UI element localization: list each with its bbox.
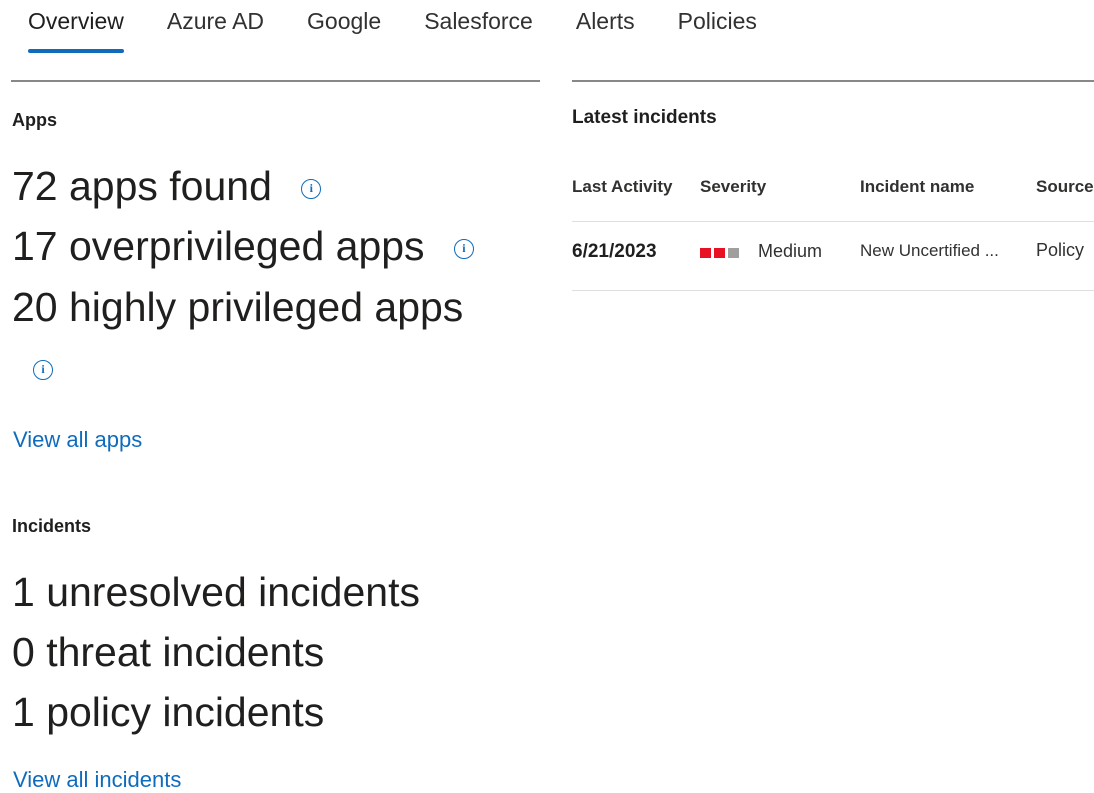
severity-bar [700,248,711,258]
highly-privileged-apps-text: 20 highly privileged apps [12,284,464,330]
column-header-severity[interactable]: Severity [700,177,766,197]
apps-found-stat: 72 apps found i [12,162,322,210]
overprivileged-apps-stat: 17 overprivileged apps i [12,222,474,270]
info-icon[interactable]: i [301,179,322,200]
severity-bar [714,248,725,258]
info-icon[interactable]: i [453,239,474,260]
column-header-last-activity[interactable]: Last Activity [572,177,672,197]
table-header-separator [572,221,1094,222]
latest-incidents-title: Latest incidents [572,107,717,128]
highly-privileged-apps-stat: 20 highly privileged apps [12,283,463,331]
latest-incidents-divider [572,80,1094,82]
tab-policies[interactable]: Policies [678,0,757,33]
view-all-incidents-link[interactable]: View all incidents [13,767,181,793]
threat-incidents-stat: 0 threat incidents [12,629,325,675]
apps-section-title: Apps [12,110,57,130]
tab-azure-ad[interactable]: Azure AD [167,0,264,33]
overprivileged-apps-text: 17 overprivileged apps [12,223,425,269]
apps-divider [11,80,540,82]
incident-last-activity: 6/21/2023 [572,241,657,262]
tab-google[interactable]: Google [307,0,381,33]
tab-salesforce[interactable]: Salesforce [424,0,533,33]
policy-incidents-stat: 1 policy incidents [12,689,325,735]
severity-bar [728,248,739,258]
column-header-source[interactable]: Source [1036,177,1094,197]
view-all-apps-link[interactable]: View all apps [13,427,142,453]
incident-severity: Medium [758,241,823,261]
tab-alerts[interactable]: Alerts [576,0,635,33]
unresolved-incidents-stat: 1 unresolved incidents [12,569,420,615]
tab-overview[interactable]: Overview [28,0,124,53]
info-icon[interactable]: i [33,360,53,380]
incidents-section-title: Incidents [12,516,92,536]
column-header-incident-name[interactable]: Incident name [860,177,974,197]
apps-found-text: 72 apps found [12,163,272,209]
severity-indicator [700,248,739,258]
tab-bar: Overview Azure AD Google Salesforce Aler… [28,0,800,60]
table-row-separator [572,290,1094,291]
incident-name[interactable]: New Uncertified ... [860,241,999,261]
incident-source: Policy [1036,240,1085,260]
highly-privileged-info-wrapper: i [33,360,53,380]
